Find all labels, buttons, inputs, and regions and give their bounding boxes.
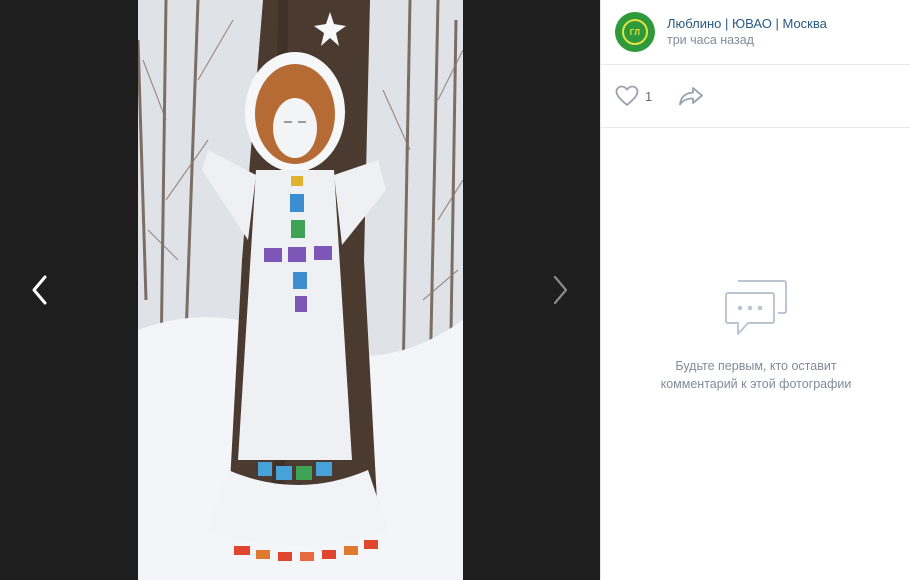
photo-viewer	[0, 0, 600, 580]
post-time[interactable]: три часа назад	[667, 32, 827, 49]
group-name-link[interactable]: Люблино | ЮВАО | Москва	[667, 15, 827, 32]
like-count: 1	[645, 88, 653, 104]
share-button[interactable]	[678, 86, 704, 106]
post-actions: 1	[601, 65, 910, 128]
avatar-logo: ГЛ	[622, 19, 648, 45]
post-header: ГЛ Люблино | ЮВАО | Москва три часа наза…	[601, 0, 910, 65]
previous-photo-button[interactable]	[0, 0, 80, 580]
avatar-text: ГЛ	[629, 27, 641, 37]
empty-comments-line2: комментарий к этой фотографии	[660, 377, 852, 391]
chevron-right-icon	[553, 275, 568, 305]
photo[interactable]	[138, 0, 463, 580]
post-panel: ГЛ Люблино | ЮВАО | Москва три часа наза…	[600, 0, 910, 580]
comments-empty-state: Будьте первым, кто оставит комментарий к…	[601, 279, 910, 393]
share-arrow-icon	[679, 87, 704, 106]
chevron-left-icon	[32, 275, 47, 305]
comments-icon	[725, 280, 787, 335]
avatar[interactable]: ГЛ	[615, 12, 655, 52]
snow-sculpture-image	[138, 0, 463, 580]
empty-comments-line1: Будьте первым, кто оставит	[675, 359, 837, 373]
next-photo-button[interactable]	[520, 0, 600, 580]
heart-icon	[615, 85, 639, 106]
like-button[interactable]: 1	[615, 85, 652, 107]
